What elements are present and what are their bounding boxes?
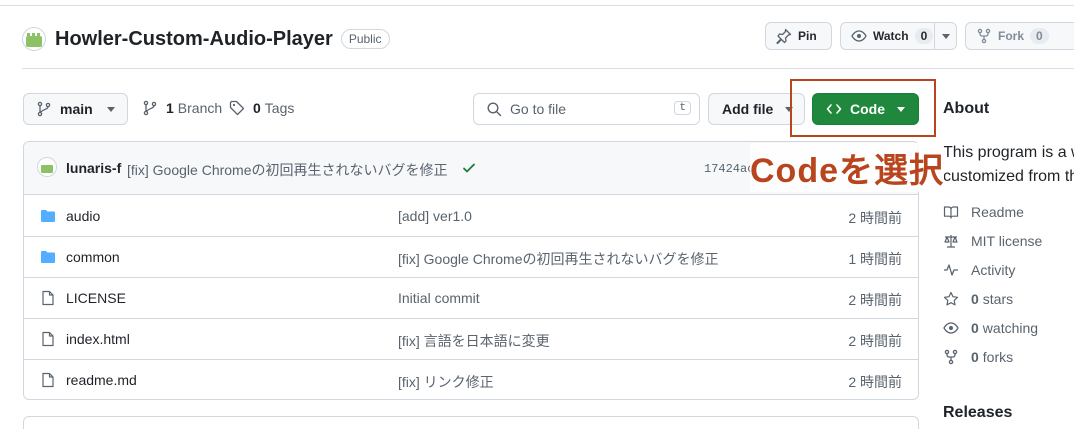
file-commit-message[interactable]: [fix] 言語を日本語に変更 <box>398 331 550 351</box>
pulse-icon <box>943 262 959 278</box>
file-commit-message[interactable]: [fix] リンク修正 <box>398 372 494 392</box>
commit-author[interactable]: lunaris-f <box>66 160 121 176</box>
license-link[interactable]: MIT license <box>943 233 1042 249</box>
activity-label: Activity <box>971 262 1016 278</box>
add-file-label: Add file <box>722 101 774 117</box>
tag-count-label: Tags <box>264 100 295 116</box>
fork-count: 0 <box>1030 28 1049 44</box>
repo-owner-avatar[interactable] <box>22 27 46 51</box>
file-commit-time: 2 時間前 <box>848 292 902 308</box>
fork-icon <box>976 28 992 44</box>
releases-heading[interactable]: Releases <box>943 404 1012 422</box>
branches-link[interactable]: 1 Branch <box>142 100 222 116</box>
forks-link[interactable]: 0 forks <box>943 349 1013 365</box>
eye-icon <box>851 28 867 44</box>
commit-message[interactable]: [fix] Google Chromeの初回再生されないバグを修正 <box>127 160 448 180</box>
file-icon <box>40 290 56 306</box>
watch-label: Watch <box>873 29 909 43</box>
branch-selector[interactable]: main <box>23 93 128 125</box>
branch-count: 1 <box>166 100 174 116</box>
activity-link[interactable]: Activity <box>943 262 1015 278</box>
file-commit-time: 1 時間前 <box>848 251 902 267</box>
stars-label: stars <box>982 291 1014 307</box>
pin-button[interactable]: Pin <box>765 22 832 50</box>
file-icon <box>40 372 56 388</box>
go-to-file-search[interactable]: t <box>473 93 700 125</box>
file-row[interactable]: common [fix] Google Chromeの初回再生されないバグを修正 1… <box>24 237 918 278</box>
about-description-line: customized from th <box>943 168 1074 185</box>
branch-name: main <box>60 101 93 117</box>
keyboard-shortcut-hint: t <box>674 101 691 115</box>
stars-count: 0 <box>971 291 979 307</box>
star-icon <box>943 291 959 307</box>
folder-icon <box>40 249 56 265</box>
file-name[interactable]: index.html <box>66 331 130 347</box>
file-row[interactable]: LICENSE Initial commit 2 時間前 <box>24 278 918 319</box>
pin-icon <box>776 28 792 44</box>
tag-icon <box>229 100 245 116</box>
branch-count-label: Branch <box>177 100 223 116</box>
file-row[interactable]: readme.md [fix] リンク修正 2 時間前 <box>24 360 918 399</box>
repo-header: Howler-Custom-Audio-Player Public <box>22 24 390 54</box>
stars-link[interactable]: 0 stars <box>943 291 1013 307</box>
repo-name[interactable]: Howler-Custom-Audio-Player <box>55 28 333 51</box>
tag-count: 0 <box>253 100 261 116</box>
pin-label: Pin <box>798 29 817 43</box>
watching-count: 0 <box>971 320 979 336</box>
commit-author-avatar[interactable] <box>37 157 57 177</box>
readme-panel <box>23 416 919 429</box>
file-commit-time: 2 時間前 <box>848 333 902 349</box>
tags-link[interactable]: 0 Tags <box>229 100 294 116</box>
file-commit-time: 2 時間前 <box>848 374 902 390</box>
callout-annotation: Codeを選択 <box>750 143 944 192</box>
watch-button[interactable]: Watch 0 <box>840 22 957 50</box>
caret-down-icon <box>942 33 950 39</box>
file-name[interactable]: readme.md <box>66 372 137 388</box>
search-icon <box>486 101 502 117</box>
readme-label: Readme <box>971 204 1024 220</box>
file-commit-message[interactable]: [add] ver1.0 <box>398 208 472 224</box>
branch-icon <box>36 101 52 117</box>
fork-button[interactable]: Fork 0 <box>965 22 1074 50</box>
watching-link[interactable]: 0 watching <box>943 320 1038 336</box>
visibility-badge: Public <box>340 29 390 49</box>
file-name[interactable]: LICENSE <box>66 290 126 306</box>
watching-label: watching <box>982 320 1039 336</box>
go-to-file-input[interactable] <box>510 101 670 117</box>
law-icon <box>943 233 959 249</box>
about-description: This program is a w customized from th <box>943 141 1074 189</box>
caret-down-icon <box>106 106 115 112</box>
check-icon[interactable] <box>461 160 477 176</box>
fork-label: Fork <box>998 29 1025 43</box>
file-commit-message[interactable]: Initial commit <box>398 290 480 306</box>
file-name[interactable]: audio <box>66 208 100 224</box>
about-description-line: This program is a w <box>943 144 1074 161</box>
highlight-box <box>790 79 936 137</box>
watch-count: 0 <box>914 28 934 44</box>
watch-dropdown[interactable] <box>934 23 957 49</box>
branch-icon <box>142 100 158 116</box>
license-label: MIT license <box>971 233 1043 249</box>
file-name[interactable]: common <box>66 249 120 265</box>
readme-link[interactable]: Readme <box>943 204 1024 220</box>
forks-label: forks <box>982 349 1014 365</box>
folder-icon <box>40 208 56 224</box>
fork-icon <box>943 349 959 365</box>
top-nav-edge <box>0 0 1074 6</box>
about-heading: About <box>943 100 990 117</box>
file-row[interactable]: audio [add] ver1.0 2 時間前 <box>24 196 918 237</box>
file-commit-time: 2 時間前 <box>848 210 902 226</box>
forks-count: 0 <box>971 349 979 365</box>
eye-icon <box>943 320 959 336</box>
file-commit-message[interactable]: [fix] Google Chromeの初回再生されないバグを修正 <box>398 249 719 269</box>
file-row[interactable]: index.html [fix] 言語を日本語に変更 2 時間前 <box>24 319 918 360</box>
file-icon <box>40 331 56 347</box>
book-icon <box>943 204 959 220</box>
header-divider <box>22 68 1074 69</box>
commit-hash[interactable]: 17424ac <box>704 162 754 176</box>
